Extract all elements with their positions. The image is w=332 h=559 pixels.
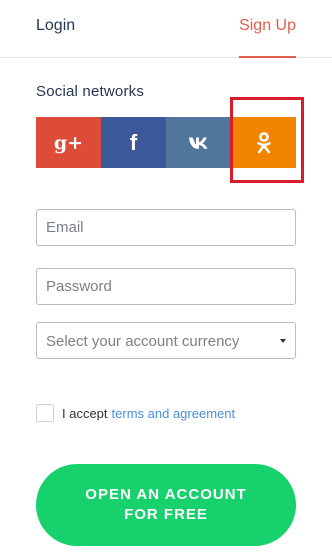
social-buttons-row: g+ f (36, 117, 296, 168)
terms-link[interactable]: terms and agreement (112, 406, 236, 421)
password-field-wrapper (36, 268, 296, 305)
open-account-button-line1: OPEN AN ACCOUNT (85, 486, 247, 503)
odnoklassniki-button[interactable] (231, 117, 296, 168)
facebook-button[interactable]: f (101, 117, 166, 168)
agreement-checkbox[interactable] (36, 404, 54, 422)
email-field-wrapper (36, 209, 296, 246)
google-plus-icon: g+ (53, 131, 84, 154)
facebook-icon: f (129, 129, 138, 155)
currency-select-label: Select your account currency (46, 333, 240, 350)
caret-down-icon (280, 339, 286, 343)
email-field[interactable] (37, 210, 295, 245)
odnoklassniki-icon (256, 131, 271, 153)
open-account-button-line2: FOR FREE (124, 506, 208, 523)
agreement-row: I accept terms and agreement (36, 404, 235, 422)
open-account-button[interactable]: OPEN AN ACCOUNT FOR FREE (36, 464, 296, 546)
currency-select[interactable]: Select your account currency (36, 322, 296, 359)
tab-login[interactable]: Login (36, 17, 75, 35)
password-field[interactable] (37, 269, 295, 304)
vk-icon (188, 137, 207, 149)
auth-tabs: Login Sign Up (0, 0, 332, 58)
tab-signup[interactable]: Sign Up (239, 17, 296, 35)
google-plus-button[interactable]: g+ (36, 117, 101, 168)
agreement-text: I accept (62, 405, 108, 421)
vk-button[interactable] (166, 117, 231, 168)
social-networks-title: Social networks (36, 83, 145, 100)
active-tab-underline (239, 56, 296, 58)
